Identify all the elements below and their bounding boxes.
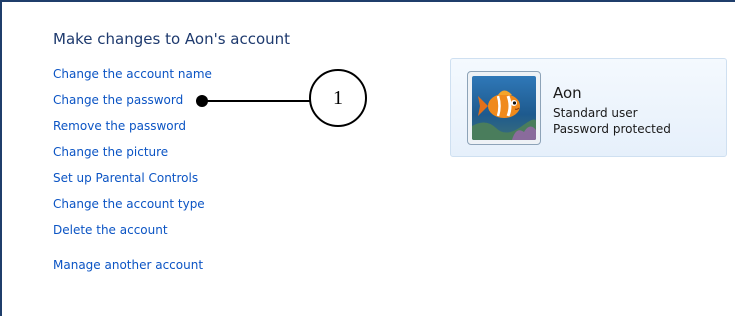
avatar[interactable] [467, 71, 541, 145]
callout-dot [196, 95, 208, 107]
page-title: Make changes to Aon's account [53, 30, 291, 48]
remove-password-link[interactable]: Remove the password [53, 119, 186, 133]
change-picture-link[interactable]: Change the picture [53, 145, 168, 159]
change-password-link[interactable]: Change the password [53, 93, 183, 107]
delete-account-link[interactable]: Delete the account [53, 223, 168, 237]
account-password-status: Password protected [553, 122, 671, 136]
change-account-name-link[interactable]: Change the account name [53, 67, 212, 81]
account-name: Aon [553, 84, 582, 102]
parental-controls-link[interactable]: Set up Parental Controls [53, 171, 198, 185]
manage-another-account-link[interactable]: Manage another account [53, 258, 203, 272]
change-account-type-link[interactable]: Change the account type [53, 197, 205, 211]
fish-icon [472, 76, 536, 140]
account-card: Aon Standard user Password protected [450, 58, 727, 157]
account-type: Standard user [553, 106, 638, 120]
callout-number-badge: 1 [309, 69, 367, 127]
callout-leader-line [204, 100, 312, 102]
